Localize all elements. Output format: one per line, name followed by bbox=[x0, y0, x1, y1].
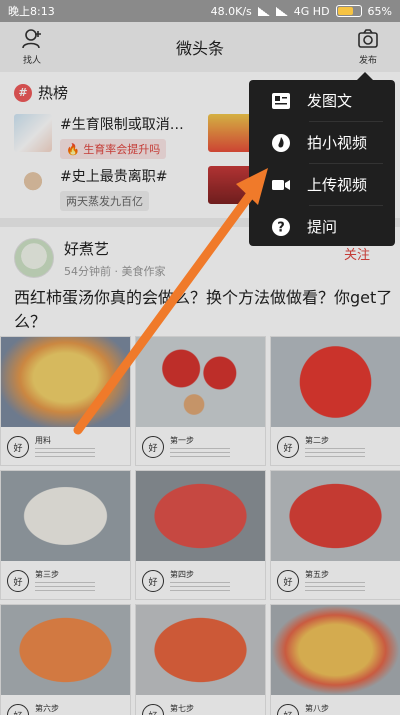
hot-thumbnail bbox=[14, 114, 52, 152]
svg-text:?: ? bbox=[277, 220, 285, 235]
hot-title: 热榜 bbox=[38, 84, 69, 102]
menu-item-article[interactable]: 发图文 bbox=[249, 80, 395, 121]
publish-label: 发布 bbox=[358, 56, 377, 66]
grid-image[interactable]: 好第二步 bbox=[270, 336, 400, 466]
network-type: 4G HD bbox=[293, 4, 330, 18]
grid-image[interactable]: 好第四步 bbox=[135, 470, 266, 600]
status-bar: 晚上8:13 48.0K/s 4G HD 65% bbox=[0, 0, 400, 22]
article-icon bbox=[271, 91, 291, 111]
hot-thumbnail bbox=[14, 166, 52, 204]
publish-menu: 发图文 拍小视频 上传视频 ? 提问 bbox=[249, 72, 395, 247]
hot-item-tag: 两天蒸发九百亿 bbox=[60, 191, 149, 211]
find-people-button[interactable]: 找人 bbox=[14, 28, 50, 66]
hot-item[interactable]: #生育限制或取消… 🔥 生育率会提升吗 bbox=[14, 114, 184, 159]
camera-icon bbox=[358, 29, 378, 48]
status-time: 晚上8:13 bbox=[8, 5, 55, 18]
menu-item-upload-video[interactable]: 上传视频 bbox=[249, 164, 395, 205]
menu-item-short-video[interactable]: 拍小视频 bbox=[249, 122, 395, 163]
hot-item-text: #史上最贵离职# bbox=[60, 169, 168, 185]
hot-header: # 热榜 bbox=[14, 82, 68, 103]
grid-image[interactable]: 好第六步 bbox=[0, 604, 131, 715]
status-right: 48.0K/s 4G HD 65% bbox=[211, 5, 392, 18]
author-name[interactable]: 好煮艺 bbox=[64, 238, 166, 259]
hot-item[interactable]: #史上最贵离职# 两天蒸发九百亿 bbox=[14, 166, 167, 211]
battery-level: 65% bbox=[367, 4, 392, 18]
hot-item-tag: 🔥 生育率会提升吗 bbox=[60, 139, 167, 159]
video-camera-icon bbox=[271, 175, 291, 195]
menu-item-label: 发图文 bbox=[307, 92, 353, 110]
grid-image[interactable]: 好第五步 bbox=[270, 470, 400, 600]
signal-icon bbox=[257, 6, 270, 16]
grid-image[interactable]: 好第七步 bbox=[135, 604, 266, 715]
menu-item-label: 上传视频 bbox=[307, 176, 368, 194]
battery-icon bbox=[335, 5, 362, 17]
menu-item-label: 拍小视频 bbox=[307, 134, 368, 152]
post-header: 好煮艺 54分钟前 · 美食作家 bbox=[14, 238, 166, 279]
menu-item-question[interactable]: ? 提问 bbox=[249, 206, 395, 247]
grid-image[interactable]: 好用料 bbox=[0, 336, 131, 466]
top-nav: 找人 微头条 发布 bbox=[0, 22, 400, 72]
grid-image[interactable]: 好第八步 bbox=[270, 604, 400, 715]
menu-item-label: 提问 bbox=[307, 218, 338, 236]
hashtag-icon: # bbox=[14, 83, 32, 102]
publish-button[interactable]: 发布 bbox=[350, 28, 386, 66]
flame-icon bbox=[271, 133, 291, 153]
page-title: 微头条 bbox=[175, 39, 224, 58]
wifi-icon bbox=[275, 6, 288, 16]
grid-image[interactable]: 好第三步 bbox=[0, 470, 131, 600]
question-icon: ? bbox=[271, 217, 291, 237]
hot-item-text: #生育限制或取消… bbox=[60, 117, 184, 133]
add-user-icon bbox=[22, 29, 41, 49]
grid-image[interactable]: 好第一步 bbox=[135, 336, 266, 466]
avatar[interactable] bbox=[14, 238, 54, 278]
image-grid: 好用料 好第一步 好第二步 好第三步 好第四步 好第五步 好第六步 好第七步 好… bbox=[0, 336, 400, 715]
find-people-label: 找人 bbox=[22, 56, 41, 66]
post-meta: 54分钟前 · 美食作家 bbox=[64, 265, 166, 278]
network-speed: 48.0K/s bbox=[210, 4, 252, 18]
post-body[interactable]: 西红柿蛋汤你真的会做么？换个方法做做看？你get了么？ bbox=[14, 286, 394, 334]
